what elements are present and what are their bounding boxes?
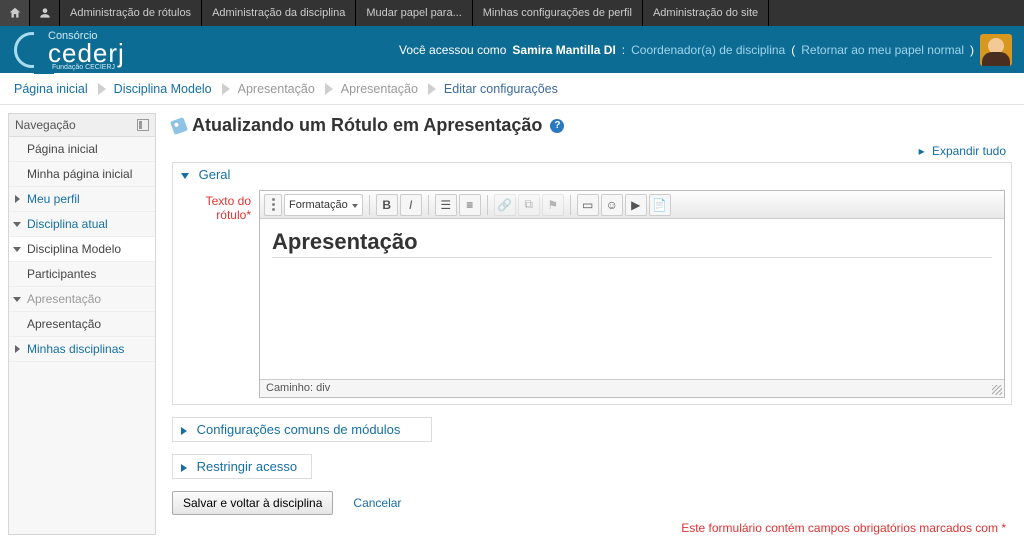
toolbar-separator <box>487 195 488 215</box>
number-list-button[interactable]: ≡ <box>459 194 481 216</box>
fieldset-restrict-header[interactable]: Restringir acesso <box>173 455 311 478</box>
crumb-home[interactable]: Página inicial <box>8 82 96 96</box>
save-button[interactable]: Salvar e voltar à disciplina <box>172 491 333 515</box>
toolbar-separator <box>369 195 370 215</box>
return-role-link[interactable]: Retornar ao meu papel normal <box>801 43 964 57</box>
user-icon[interactable] <box>30 0 60 26</box>
fieldset-restrict: Restringir acesso <box>172 454 312 479</box>
nav-block-title: Navegação <box>15 118 76 132</box>
nav-participants[interactable]: Participantes <box>9 262 155 287</box>
nav-current-course-group[interactable]: Disciplina atual <box>9 212 155 237</box>
chevron-right-icon <box>325 83 333 95</box>
login-user: Samira Mantilla DI <box>512 43 615 57</box>
page-title-text: Atualizando um Rótulo em Apresentação <box>192 115 542 136</box>
editor-body[interactable]: Apresentação <box>260 219 1004 379</box>
unlink-button[interactable]: ⧉ <box>518 194 540 216</box>
nav-myprofile[interactable]: Meu perfil <box>9 187 155 212</box>
login-role-sep: : <box>622 43 625 57</box>
bullet-list-button[interactable]: ☰ <box>435 194 457 216</box>
bold-button[interactable]: B <box>376 194 398 216</box>
return-open: ( <box>791 43 795 57</box>
crumb-current: Editar configurações <box>438 82 566 96</box>
chevron-right-icon <box>428 83 436 95</box>
emoji-button[interactable]: ☺ <box>601 194 623 216</box>
chevron-right-icon <box>181 464 187 472</box>
editor-path: Caminho: div <box>260 379 1004 397</box>
form-actions: Salvar e voltar à disciplina Cancelar <box>172 491 1012 515</box>
toolbar-toggle-icon[interactable] <box>264 194 282 216</box>
field-label-line2: rótulo <box>216 208 246 222</box>
fieldset-geral: Geral Texto do rótulo* Formatação B I ☰ <box>172 162 1012 405</box>
editor-toolbar: Formatação B I ☰ ≡ 🔗 ⧉ ⚑ ▭ ☺ <box>260 191 1004 219</box>
link-button[interactable]: 🔗 <box>494 194 516 216</box>
navigation-block: Navegação Página inicial Minha página in… <box>8 113 156 535</box>
expand-all-text: Expandir tudo <box>932 144 1006 158</box>
nav-course-model[interactable]: Disciplina Modelo <box>9 237 155 262</box>
main-content: Atualizando um Rótulo em Apresentação ? … <box>168 113 1024 535</box>
expand-all-link[interactable]: Expandir tudo <box>168 144 1006 158</box>
editor-path-prefix: Caminho: <box>266 382 316 394</box>
login-role[interactable]: Coordenador(a) de disciplina <box>631 43 785 57</box>
toolbar-separator <box>428 195 429 215</box>
fieldset-geral-header[interactable]: Geral <box>173 163 1011 186</box>
resize-handle-icon[interactable] <box>992 385 1002 395</box>
required-note-star: * <box>1001 521 1006 535</box>
crumb-course[interactable]: Disciplina Modelo <box>108 82 220 96</box>
rich-text-editor: Formatação B I ☰ ≡ 🔗 ⧉ ⚑ ▭ ☺ <box>259 190 1005 398</box>
field-label-text: Texto do rótulo* <box>179 190 259 223</box>
image-button[interactable]: ▭ <box>577 194 599 216</box>
avatar[interactable] <box>980 34 1012 66</box>
logo[interactable]: Consórcio cederj Fundação CECIERJ <box>12 26 152 73</box>
cancel-button[interactable]: Cancelar <box>353 496 401 510</box>
required-note-text: Este formulário contém campos obrigatóri… <box>681 521 1001 535</box>
chevron-right-icon <box>181 427 187 435</box>
italic-button[interactable]: I <box>400 194 422 216</box>
fieldset-geral-title: Geral <box>199 167 231 182</box>
fieldset-common: Configurações comuns de módulos <box>172 417 432 442</box>
media-button[interactable]: ▶ <box>625 194 647 216</box>
editor-path-value: div <box>316 382 330 394</box>
return-close: ) <box>970 43 974 57</box>
format-select[interactable]: Formatação <box>284 194 363 216</box>
help-icon[interactable]: ? <box>550 119 564 133</box>
logo-subline: Fundação CECIERJ <box>52 64 115 71</box>
anchor-button[interactable]: ⚑ <box>542 194 564 216</box>
dock-icon[interactable] <box>137 119 149 131</box>
topbar-item-labels-admin[interactable]: Administração de rótulos <box>60 0 202 26</box>
field-label-line1: Texto do <box>206 194 251 208</box>
chevron-down-icon <box>181 173 189 179</box>
nav-my-courses[interactable]: Minhas disciplinas <box>9 337 155 362</box>
fieldset-common-title: Configurações comuns de módulos <box>197 422 401 437</box>
required-star: * <box>246 208 251 222</box>
home-icon[interactable] <box>0 0 30 26</box>
toolbar-separator <box>570 195 571 215</box>
format-select-label: Formatação <box>289 199 348 211</box>
topbar-item-profile-settings[interactable]: Minhas configurações de perfil <box>473 0 643 26</box>
fieldset-common-header[interactable]: Configurações comuns de módulos <box>173 418 431 441</box>
chevron-right-icon <box>98 83 106 95</box>
nav-block-header: Navegação <box>9 114 155 137</box>
topbar-item-site-admin[interactable]: Administração do site <box>643 0 769 26</box>
topbar-item-switch-role[interactable]: Mudar papel para... <box>356 0 472 26</box>
page-title: Atualizando um Rótulo em Apresentação ? <box>172 115 1016 136</box>
nav-section-apresentacao[interactable]: Apresentação <box>9 287 155 312</box>
nav-home[interactable]: Página inicial <box>9 137 155 162</box>
crumb-activity: Apresentação <box>335 82 426 96</box>
editor-heading: Apresentação <box>272 229 418 254</box>
chevron-right-icon <box>222 83 230 95</box>
crumb-section: Apresentação <box>232 82 323 96</box>
top-nav: Administração de rótulos Administração d… <box>0 0 1024 26</box>
nav-activity-apresentacao[interactable]: Apresentação <box>9 312 155 337</box>
fieldset-restrict-title: Restringir acesso <box>197 459 297 474</box>
topbar-item-course-admin[interactable]: Administração da disciplina <box>202 0 356 26</box>
login-pre: Você acessou como <box>399 43 506 57</box>
file-button[interactable]: 📄 <box>649 194 671 216</box>
breadcrumb: Página inicial Disciplina Modelo Apresen… <box>0 73 1024 105</box>
login-info: Você acessou como Samira Mantilla DI : C… <box>399 34 1012 66</box>
nav-myhome[interactable]: Minha página inicial <box>9 162 155 187</box>
site-header: Consórcio cederj Fundação CECIERJ Você a… <box>0 26 1024 73</box>
required-note: Este formulário contém campos obrigatóri… <box>168 521 1006 535</box>
label-icon <box>170 117 188 135</box>
